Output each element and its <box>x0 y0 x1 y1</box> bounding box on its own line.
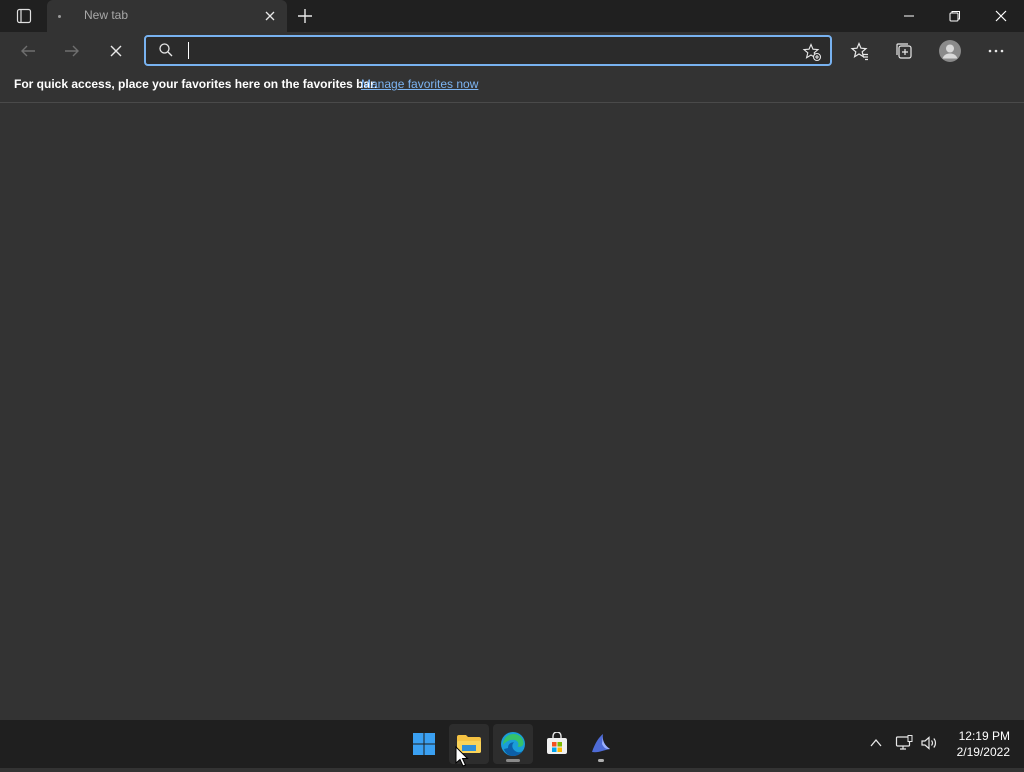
favorites-bar: For quick access, place your favorites h… <box>0 70 1024 103</box>
windows-start-icon[interactable] <box>404 724 444 764</box>
edge-browser-icon[interactable] <box>493 724 533 764</box>
new-tab-plus-icon[interactable] <box>295 6 315 26</box>
page-content-area <box>0 103 1024 720</box>
tab-new-tab[interactable]: New tab <box>47 0 287 32</box>
volume-icon[interactable] <box>918 732 940 754</box>
add-favorite-icon[interactable] <box>802 42 822 66</box>
favorites-bar-message: For quick access, place your favorites h… <box>14 77 378 91</box>
close-window-button[interactable] <box>978 0 1024 32</box>
tab-actions-menu-icon[interactable] <box>10 6 38 26</box>
minimize-button[interactable] <box>886 0 932 32</box>
title-bar: New tab <box>0 0 1024 32</box>
chevron-up-icon[interactable] <box>865 732 887 754</box>
system-clock[interactable]: 12:19 PM 2/19/2022 <box>944 728 1010 760</box>
manage-favorites-link[interactable]: Manage favorites now <box>361 77 478 91</box>
text-caret <box>188 42 189 59</box>
clock-time: 12:19 PM <box>958 729 1010 743</box>
address-input[interactable] <box>186 41 786 61</box>
tab-title: New tab <box>84 8 129 22</box>
back-arrow-icon[interactable] <box>16 39 40 63</box>
loading-dot-icon <box>58 15 61 18</box>
search-icon <box>158 42 174 62</box>
profile-avatar-icon[interactable] <box>936 37 964 65</box>
close-tab-icon[interactable] <box>262 8 278 24</box>
collections-icon[interactable] <box>892 39 916 63</box>
app-shell-icon[interactable] <box>581 724 621 764</box>
more-options-icon[interactable] <box>984 39 1008 63</box>
favorites-icon[interactable] <box>848 39 872 63</box>
running-indicator <box>598 759 604 762</box>
running-indicator <box>506 759 520 762</box>
taskbar: 12:19 PM 2/19/2022 <box>0 720 1024 768</box>
clock-date: 2/19/2022 <box>956 745 1010 759</box>
network-icon[interactable] <box>893 732 915 754</box>
restore-button[interactable] <box>932 0 978 32</box>
microsoft-store-icon[interactable] <box>537 724 577 764</box>
address-bar[interactable] <box>144 35 832 66</box>
mouse-pointer-icon <box>455 745 469 772</box>
stop-loading-icon[interactable] <box>104 39 128 63</box>
forward-arrow-icon[interactable] <box>60 39 84 63</box>
